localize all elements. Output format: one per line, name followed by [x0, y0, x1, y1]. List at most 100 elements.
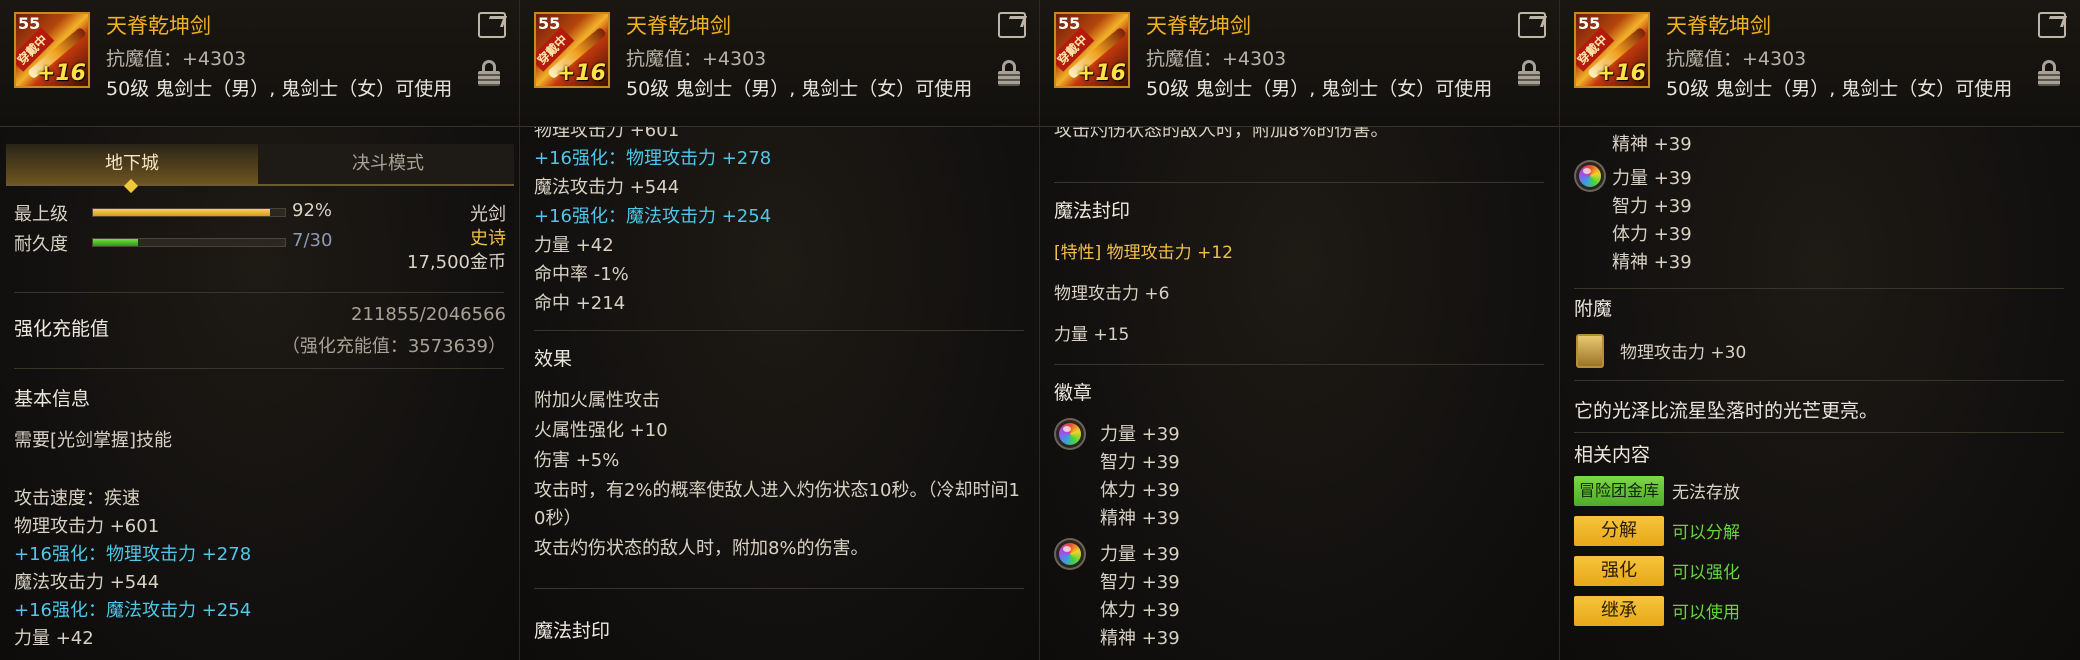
emblem-stat: 体力 +39 — [1100, 600, 1180, 621]
effect-line: 附加火属性攻击 — [534, 390, 660, 411]
disassemble-status: 可以分解 — [1672, 523, 1740, 543]
flavor-text: 它的光泽比流星坠落时的光芒更亮。 — [1574, 400, 1879, 422]
phys-atk: 物理攻击力 +601 — [14, 516, 160, 537]
item-icon[interactable]: 55 穿戴中 +16 — [1574, 12, 1650, 88]
disassemble-button[interactable]: 分解 — [1574, 516, 1664, 546]
item-details: 地下城 决斗模式 最上级 92% 耐久度 7/30 光剑 史诗 17,500金币… — [0, 126, 519, 660]
item-name: 天脊乾坤剑 — [1666, 14, 1771, 38]
tooltip-panel-4: 55 穿戴中 +16 天脊乾坤剑 抗魔值：+4303 50级 鬼剑士（男）, 鬼… — [1560, 0, 2080, 660]
skill-requirement: 需要[光剑掌握]技能 — [14, 430, 173, 451]
enchant-heading: 附魔 — [1574, 298, 1613, 320]
tab-pvp[interactable]: 决斗模式 — [262, 144, 514, 184]
item-name: 天脊乾坤剑 — [106, 14, 211, 38]
emblem-stat: 力量 +39 — [1100, 544, 1180, 565]
emblem-stat: 精神 +39 — [1100, 628, 1180, 649]
enhance-level: +16 — [1076, 61, 1126, 86]
share-icon[interactable] — [1518, 12, 1546, 38]
enchant-line: 物理攻击力 +30 — [1620, 343, 1747, 363]
gem-icon[interactable] — [1056, 420, 1084, 448]
mode-tabs: 地下城 决斗模式 — [6, 144, 514, 186]
share-icon[interactable] — [2038, 12, 2066, 38]
attack-speed: 攻击速度：疾速 — [14, 488, 140, 509]
seal-trait-line: [特性] 物理攻击力 +12 — [1054, 243, 1233, 263]
durability-label: 耐久度 — [14, 234, 68, 255]
seal-line: 物理攻击力 +6 — [1054, 284, 1170, 304]
emblem-stat: 精神 +39 — [1612, 252, 1692, 273]
gem-icon[interactable] — [1056, 540, 1084, 568]
seal-heading: 魔法封印 — [1054, 200, 1131, 222]
charge-value: 211855/2046566 — [351, 304, 506, 325]
item-name: 天脊乾坤剑 — [626, 14, 731, 38]
weapon-type: 光剑 — [470, 204, 506, 225]
effect-line: 伤害 +5% — [534, 450, 620, 471]
price: 17,500金币 — [407, 252, 506, 273]
enhance-button[interactable]: 强化 — [1574, 556, 1664, 586]
effect-line: 火属性强化 +10 — [534, 420, 668, 441]
hit-rate-stat: 命中率 -1% — [534, 264, 629, 285]
divider — [1574, 380, 2064, 381]
share-icon[interactable] — [998, 12, 1026, 38]
lock-icon[interactable] — [1518, 60, 1540, 86]
item-name: 天脊乾坤剑 — [1146, 14, 1251, 38]
tab-dungeon[interactable]: 地下城 — [6, 144, 258, 184]
grade-value: 92% — [292, 200, 333, 221]
lock-icon[interactable] — [478, 60, 500, 86]
lock-icon[interactable] — [998, 60, 1020, 86]
share-icon[interactable] — [478, 12, 506, 38]
usable-classes: 50级 鬼剑士（男）, 鬼剑士（女）可使用 — [626, 78, 973, 100]
item-icon[interactable]: 55 穿戴中 +16 — [14, 12, 90, 88]
magic-atk: 魔法攻击力 +544 — [14, 572, 160, 593]
divider — [534, 330, 1024, 331]
tooltip-panel-3: 55 穿戴中 +16 天脊乾坤剑 抗魔值：+4303 50级 鬼剑士（男）, 鬼… — [1040, 0, 1560, 660]
emblem-stat: 力量 +39 — [1612, 168, 1692, 189]
item-header: 55 穿戴中 +16 天脊乾坤剑 抗魔值：+4303 50级 鬼剑士（男）, 鬼… — [1560, 0, 2080, 127]
storage-status: 无法存放 — [1672, 483, 1740, 503]
inherit-button[interactable]: 继承 — [1574, 596, 1664, 626]
usable-classes: 50级 鬼剑士（男）, 鬼剑士（女）可使用 — [1146, 78, 1493, 100]
item-icon[interactable]: 55 穿戴中 +16 — [1054, 12, 1130, 88]
durability-value: 7/30 — [292, 230, 333, 251]
storage-button[interactable]: 冒险团金库 — [1574, 476, 1664, 506]
usable-classes: 50级 鬼剑士（男）, 鬼剑士（女）可使用 — [106, 78, 453, 100]
lock-icon[interactable] — [2038, 60, 2060, 86]
charge-note: （强化充能值：3573639） — [281, 336, 506, 357]
emblem-stat: 精神 +39 — [1612, 134, 1692, 155]
emblem-heading: 徽章 — [1054, 382, 1093, 404]
emblem-stat: 智力 +39 — [1100, 452, 1180, 473]
divider — [1574, 288, 2064, 289]
related-heading: 相关内容 — [1574, 444, 1651, 466]
resist-value: 抗魔值：+4303 — [1146, 48, 1287, 70]
str-stat: 力量 +42 — [534, 235, 614, 256]
enhance-status: 可以强化 — [1672, 563, 1740, 583]
resist-value: 抗魔值：+4303 — [626, 48, 767, 70]
rarity: 史诗 — [470, 228, 506, 249]
resist-value: 抗魔值：+4303 — [1666, 48, 1807, 70]
item-details: 精神 +39 力量 +39 智力 +39 体力 +39 精神 +39 附魔 物理… — [1560, 126, 2080, 660]
item-header: 55 穿戴中 +16 天脊乾坤剑 抗魔值：+4303 50级 鬼剑士（男）, 鬼… — [1040, 0, 1559, 127]
tooltip-panel-2: 55 穿戴中 +16 天脊乾坤剑 抗魔值：+4303 50级 鬼剑士（男）, 鬼… — [520, 0, 1040, 660]
effect-line: 0秒） — [534, 508, 582, 529]
enchant-card-icon[interactable] — [1576, 334, 1604, 368]
emblem-stat: 力量 +39 — [1100, 424, 1180, 445]
item-header: 55 穿戴中 +16 天脊乾坤剑 抗魔值：+4303 50级 鬼剑士（男）, 鬼… — [520, 0, 1039, 127]
effect-heading: 效果 — [534, 348, 573, 370]
gem-icon[interactable] — [1576, 162, 1604, 190]
item-details: 攻击灼伤状态的敌人时，附加8%的伤害。 魔法封印 [特性] 物理攻击力 +12 … — [1040, 120, 1559, 660]
grade-label: 最上级 — [14, 204, 68, 225]
divider — [534, 588, 1024, 589]
divider — [14, 292, 504, 293]
item-icon[interactable]: 55 穿戴中 +16 — [534, 12, 610, 88]
tooltip-panel-1: 55 穿戴中 +16 天脊乾坤剑 抗魔值：+4303 50级 鬼剑士（男）, 鬼… — [0, 0, 520, 660]
usable-classes: 50级 鬼剑士（男）, 鬼剑士（女）可使用 — [1666, 78, 2013, 100]
emblem-stat: 体力 +39 — [1612, 224, 1692, 245]
emblem-stat: 精神 +39 — [1100, 508, 1180, 529]
seal-heading: 魔法封印 — [534, 620, 611, 642]
hit-stat: 命中 +214 — [534, 293, 626, 314]
enhance-level: +16 — [1596, 61, 1646, 86]
emblem-stat: 智力 +39 — [1612, 196, 1692, 217]
enhance-level: +16 — [556, 61, 606, 86]
effect-line: 攻击时，有2%的概率使敌人进入灼伤状态10秒。（冷却时间1 — [534, 480, 1020, 501]
divider — [1574, 432, 2064, 433]
grade-bar — [92, 208, 286, 217]
bonus-magic-atk: +16强化：魔法攻击力 +254 — [534, 206, 772, 227]
